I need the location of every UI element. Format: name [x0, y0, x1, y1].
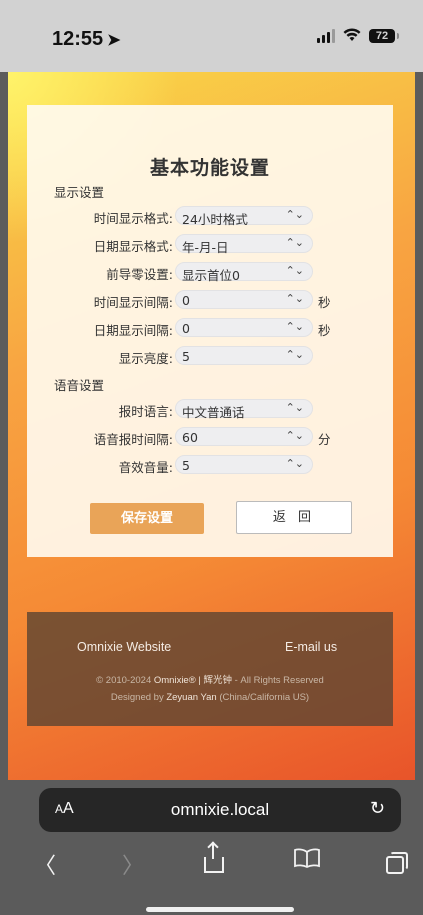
setting-label: 时间显示格式: [93, 211, 173, 226]
select-value: 显示首位0 [182, 268, 240, 283]
home-indicator [146, 907, 294, 912]
page-title: 基本功能设置 [149, 157, 270, 179]
back-chevron-icon[interactable]: 〈 [34, 848, 56, 880]
designer-name: Zeyuan Yan [166, 692, 217, 703]
email-link[interactable]: E-mail us [285, 640, 337, 654]
rights-text: - All Rights Reserved [234, 675, 324, 686]
unit-label: 秒 [318, 323, 331, 338]
leading-zero-select[interactable]: 显示首位0 ⌃⌄ [175, 262, 313, 283]
voice-language-select[interactable]: 中文普通话 ⌃⌄ [175, 399, 313, 420]
setting-label: 显示亮度: [118, 351, 173, 366]
designer-location: (China/California US) [219, 692, 310, 703]
select-chevron-icon: ⌃⌄ [285, 264, 304, 277]
voice-interval-select[interactable]: 60 ⌃⌄ [175, 427, 313, 446]
setting-row-voice-interval: 语音报时间隔: 60 ⌃⌄ 分 [27, 427, 393, 447]
tabs-icon[interactable] [386, 848, 408, 874]
bookmarks-icon[interactable] [294, 848, 320, 874]
web-content: 基本功能设置 显示设置 时间显示格式: 24小时格式 ⌃⌄ 日期显示格式: 年-月… [8, 72, 415, 780]
setting-label: 日期显示格式: [93, 239, 173, 254]
date-interval-select[interactable]: 0 ⌃⌄ [175, 318, 313, 337]
setting-label: 日期显示间隔: [93, 323, 173, 338]
save-settings-button[interactable]: 保存设置 [90, 503, 204, 534]
designer-line: Designed by Zeyuan Yan (China/California… [27, 692, 393, 703]
copyright-line: © 2010-2024 Omnixie® | 辉光钟 - All Rights … [27, 672, 393, 686]
select-value: 5 [182, 349, 190, 364]
setting-label: 时间显示间隔: [93, 295, 173, 310]
select-chevron-icon: ⌃⌄ [285, 320, 304, 333]
status-icons: 72 [317, 28, 399, 44]
setting-label: 语音报时间隔: [93, 432, 173, 447]
setting-row-time-format: 时间显示格式: 24小时格式 ⌃⌄ [27, 206, 393, 227]
forward-chevron-icon[interactable]: 〉 [122, 848, 144, 880]
clock-text: 12:55 [52, 28, 104, 50]
select-chevron-icon: ⌃⌄ [285, 429, 304, 442]
website-link[interactable]: Omnixie Website [77, 640, 171, 654]
section-display-settings: 显示设置 [54, 185, 105, 200]
section-voice-settings: 语音设置 [54, 378, 105, 393]
volume-select[interactable]: 5 ⌃⌄ [175, 455, 313, 474]
time-interval-select[interactable]: 0 ⌃⌄ [175, 290, 313, 309]
brand-name: Omnixie® | 辉光钟 [153, 675, 232, 686]
setting-label: 前导零设置: [106, 267, 173, 282]
unit-label: 分 [318, 432, 331, 447]
date-format-select[interactable]: 年-月-日 ⌃⌄ [175, 234, 313, 255]
reload-icon[interactable]: ↻ [370, 798, 385, 819]
setting-label: 音效音量: [118, 460, 173, 475]
status-bar: 12:55 ➤ 72 [0, 0, 423, 72]
setting-row-brightness: 显示亮度: 5 ⌃⌄ [27, 346, 393, 366]
select-value: 24小时格式 [182, 212, 248, 227]
select-value: 5 [182, 458, 190, 473]
url-text[interactable]: omnixie.local [39, 800, 401, 820]
select-value: 年-月-日 [182, 240, 229, 255]
select-chevron-icon: ⌃⌄ [285, 348, 304, 361]
battery-level: 72 [375, 30, 389, 42]
time-format-select[interactable]: 24小时格式 ⌃⌄ [175, 206, 313, 227]
battery-icon: 72 [369, 29, 399, 43]
setting-row-volume: 音效音量: 5 ⌃⌄ [27, 455, 393, 475]
footer: Omnixie Website E-mail us © 2010-2024 Om… [27, 612, 393, 726]
select-chevron-icon: ⌃⌄ [285, 236, 304, 249]
select-chevron-icon: ⌃⌄ [285, 292, 304, 305]
select-chevron-icon: ⌃⌄ [285, 457, 304, 470]
setting-row-date-interval: 日期显示间隔: 0 ⌃⌄ 秒 [27, 318, 393, 338]
setting-label: 报时语言: [118, 404, 173, 419]
select-value: 60 [182, 430, 198, 445]
cellular-signal-icon [317, 29, 335, 43]
select-value: 中文普通话 [182, 405, 245, 420]
location-arrow-icon: ➤ [107, 32, 121, 49]
safari-toolbar: AA omnixie.local ↻ 〈 〉 [0, 780, 423, 915]
back-button[interactable]: 返 回 [236, 501, 352, 534]
address-bar[interactable]: AA omnixie.local ↻ [39, 788, 401, 832]
setting-row-date-format: 日期显示格式: 年-月-日 ⌃⌄ [27, 234, 393, 255]
select-value: 0 [182, 321, 190, 336]
setting-row-time-interval: 时间显示间隔: 0 ⌃⌄ 秒 [27, 290, 393, 310]
wifi-icon [343, 28, 361, 44]
brightness-select[interactable]: 5 ⌃⌄ [175, 346, 313, 365]
setting-row-voice-language: 报时语言: 中文普通话 ⌃⌄ [27, 399, 393, 420]
select-chevron-icon: ⌃⌄ [285, 401, 304, 414]
select-value: 0 [182, 293, 190, 308]
setting-row-leading-zero: 前导零设置: 显示首位0 ⌃⌄ [27, 262, 393, 283]
status-time: 12:55 ➤ [52, 28, 121, 51]
settings-panel: 基本功能设置 显示设置 时间显示格式: 24小时格式 ⌃⌄ 日期显示格式: 年-月… [27, 105, 393, 557]
share-icon[interactable] [204, 843, 224, 873]
unit-label: 秒 [318, 295, 331, 310]
select-chevron-icon: ⌃⌄ [285, 208, 304, 221]
browser-nav: 〈 〉 [0, 838, 423, 888]
designed-by-text: Designed by [110, 692, 164, 703]
copyright-years: © 2010-2024 [96, 675, 152, 686]
